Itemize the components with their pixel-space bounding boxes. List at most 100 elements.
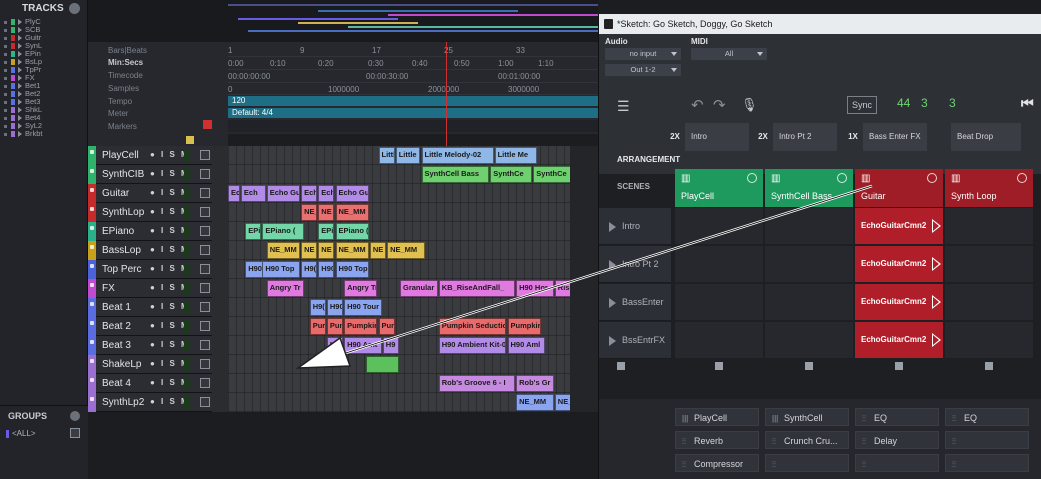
audio-clip[interactable]: H90 Tour	[344, 299, 382, 316]
audio-clip[interactable]: H9(	[309, 299, 326, 316]
track-instrument-button[interactable]	[200, 188, 210, 198]
sketch-title-bar[interactable]: *Sketch: Go Sketch, Doggy, Go Sketch	[599, 14, 1041, 34]
audio-clip[interactable]: Echo Gu	[266, 185, 301, 202]
track-row[interactable]: Top Perc ● I S M	[88, 260, 228, 279]
track-name[interactable]: SynthLp2	[102, 397, 148, 408]
cell-play-icon[interactable]	[932, 294, 942, 309]
mini-track-item[interactable]: FX	[4, 74, 86, 82]
tempo-lane[interactable]: 120	[228, 96, 600, 106]
scene-row[interactable]: BssEntrFX	[599, 322, 671, 359]
track-name[interactable]: Beat 4	[102, 378, 148, 389]
mini-track-item[interactable]: Bet1	[4, 82, 86, 90]
scene-cell[interactable]	[945, 322, 1033, 358]
audio-clip[interactable]: Pumpkin Seductio	[438, 318, 507, 335]
scene-cell[interactable]	[675, 208, 763, 244]
stop-clip-icon[interactable]	[715, 362, 723, 370]
track-row[interactable]: PlayCell ● I S M	[88, 146, 228, 165]
track-name[interactable]: SynthLop	[102, 207, 148, 218]
track-instrument-button[interactable]	[200, 378, 210, 388]
mini-track-item[interactable]: SynL	[4, 42, 86, 50]
tracks-panel-toggle[interactable]	[69, 3, 80, 14]
audio-clip[interactable]: Pun	[326, 318, 344, 335]
audio-clip[interactable]: Little Me	[395, 147, 421, 164]
scene-row[interactable]: Intro	[599, 208, 671, 245]
fx-slot[interactable]: ⫶⫶ Delay	[855, 431, 939, 449]
track-name[interactable]: Guitar	[102, 188, 148, 199]
lane-record-icon[interactable]	[747, 173, 757, 183]
audio-clip[interactable]: Rob's Gr	[516, 375, 554, 392]
scene-cell[interactable]	[675, 284, 763, 320]
audio-clip[interactable]	[365, 356, 399, 373]
markers-lane[interactable]	[228, 120, 600, 132]
mini-track-item[interactable]: ShkL	[4, 106, 86, 114]
scene-cell[interactable]: EchoGuitarCmn2	[855, 246, 943, 282]
audio-clip[interactable]: Little Me	[494, 147, 537, 164]
fx-slot[interactable]: ⫶⫶	[945, 454, 1029, 472]
arrange-empty-area[interactable]	[570, 146, 598, 412]
arrangement-scene-tab[interactable]: Beat Drop	[951, 123, 1021, 151]
stop-clip-icon[interactable]	[985, 362, 993, 370]
audio-clip[interactable]: Ech	[301, 185, 318, 202]
scene-cell[interactable]	[765, 284, 853, 320]
arrangement-repeat-count[interactable]: 2X	[753, 123, 773, 151]
scene-cell[interactable]: EchoGuitarCmn2	[855, 208, 943, 244]
stop-clip-icon[interactable]	[895, 362, 903, 370]
stop-clip-icon[interactable]	[805, 362, 813, 370]
scene-cell[interactable]	[765, 322, 853, 358]
track-instrument-button[interactable]	[200, 397, 210, 407]
cell-play-icon[interactable]	[932, 332, 942, 347]
audio-clip[interactable]: EPi	[318, 223, 335, 240]
track-row[interactable]: SynthLop ● I S M	[88, 203, 228, 222]
audio-clip[interactable]: Pur	[309, 318, 326, 335]
audio-clip[interactable]: NE_MM	[387, 242, 425, 259]
track-name[interactable]: PlayCell	[102, 150, 148, 161]
track-name[interactable]: Beat 2	[102, 321, 148, 332]
mini-track-item[interactable]: SCB	[4, 26, 86, 34]
arrange-view[interactable]: LittlLittle MeLittle Melody-02 Little Me…	[228, 146, 593, 430]
mini-track-item[interactable]: Bet2	[4, 90, 86, 98]
audio-clip[interactable]: SynthCe	[533, 166, 571, 183]
track-row[interactable]: Beat 4 ● I S M	[88, 374, 228, 393]
audio-clip[interactable]: Pur	[378, 318, 395, 335]
scene-cell[interactable]: EchoGuitarCmn2	[855, 284, 943, 320]
track-instrument-button[interactable]	[200, 150, 210, 160]
groups-panel-toggle[interactable]	[70, 411, 80, 421]
scene-play-icon[interactable]	[609, 221, 616, 232]
fx-slot[interactable]: ⫶⫶ EQ	[855, 408, 939, 426]
fx-slot[interactable]: ⫶⫶	[765, 454, 849, 472]
audio-clip[interactable]: Little Melody-02	[421, 147, 494, 164]
audio-clip[interactable]: EPiano (	[335, 223, 369, 240]
audio-clip[interactable]: KB_RiseAndFall_	[438, 280, 516, 297]
track-instrument-button[interactable]	[200, 302, 210, 312]
audio-clip[interactable]: NE	[318, 204, 335, 221]
audio-clip[interactable]: H90 Aml	[507, 337, 546, 354]
mini-track-item[interactable]: EPin	[4, 50, 86, 58]
audio-clip[interactable]: Pumpkir	[507, 318, 541, 335]
mini-track-item[interactable]: TpPr	[4, 66, 86, 74]
arrangement-repeat-count[interactable]	[931, 123, 951, 151]
sketch-lane-header[interactable]: ▥ SynthCell Bass	[765, 169, 853, 207]
track-row[interactable]: Guitar ● I S M	[88, 184, 228, 203]
sketch-lane-header[interactable]: ▥ Synth Loop	[945, 169, 1033, 207]
audio-clip[interactable]: NE	[318, 242, 335, 259]
audio-clip[interactable]: H90 Top	[262, 261, 301, 278]
fx-slot[interactable]: ⫶⫶	[855, 454, 939, 472]
audio-clip[interactable]: Ech	[318, 185, 335, 202]
audio-clip[interactable]: Pumpkir	[344, 318, 378, 335]
track-instrument-button[interactable]	[200, 207, 210, 217]
microphone-icon[interactable]: 🎙	[741, 97, 758, 113]
audio-clip[interactable]: Angry Tr	[266, 280, 305, 297]
scene-cell[interactable]	[765, 246, 853, 282]
audio-clip[interactable]: NE	[369, 242, 387, 259]
track-instrument-button[interactable]	[200, 321, 210, 331]
track-name[interactable]: BassLop	[102, 245, 148, 256]
track-name[interactable]: SynthCIB	[102, 169, 148, 180]
scene-cell[interactable]	[675, 322, 763, 358]
mini-track-item[interactable]: PlyC	[4, 18, 86, 26]
audio-clip[interactable]: EPi	[245, 223, 262, 240]
arrangement-scene-tab[interactable]: Bass Enter FX	[863, 123, 927, 151]
track-instrument-button[interactable]	[200, 226, 210, 236]
scene-play-icon[interactable]	[609, 335, 616, 346]
track-name[interactable]: Beat 3	[102, 340, 148, 351]
audio-clip[interactable]: H90	[326, 299, 344, 316]
